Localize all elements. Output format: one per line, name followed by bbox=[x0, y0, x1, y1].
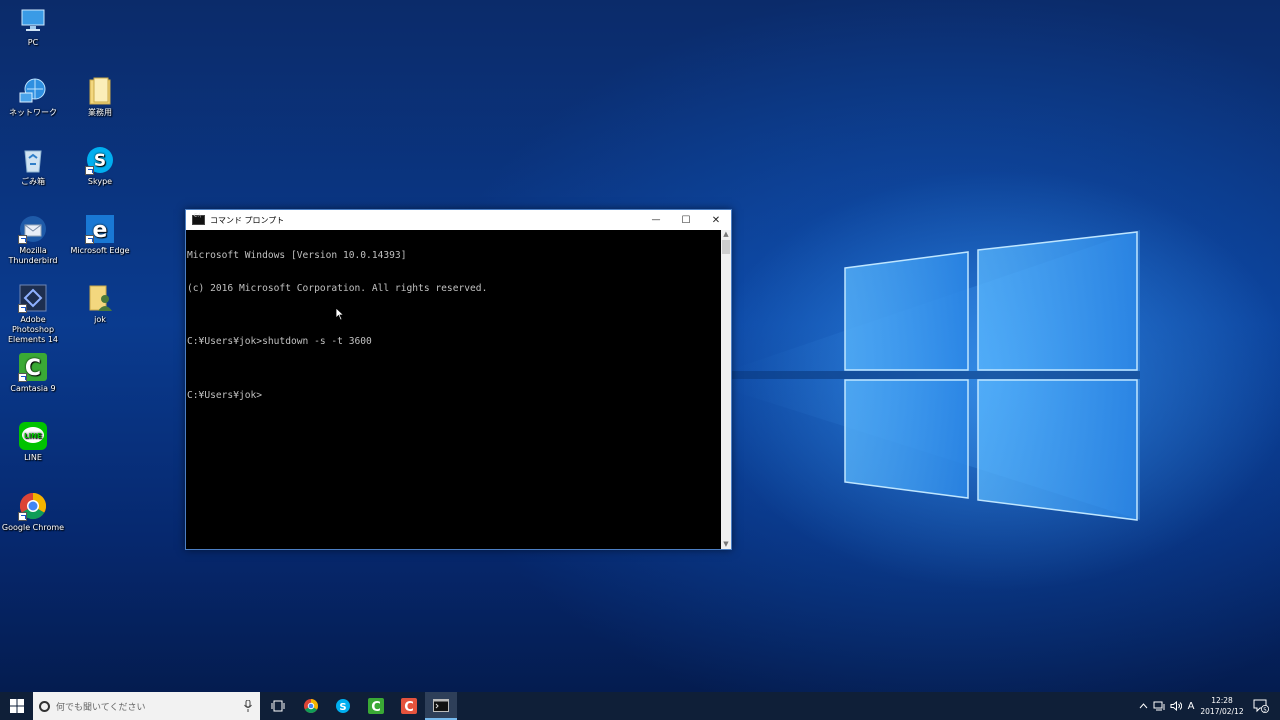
svg-text:C: C bbox=[371, 700, 381, 714]
network-icon bbox=[1153, 701, 1165, 711]
camtasia-recorder-icon: C bbox=[401, 698, 417, 714]
desktop-icon-label: ごみ箱 bbox=[21, 177, 45, 186]
desktop-icon-thunderbird[interactable]: Mozilla Thunderbird bbox=[0, 214, 66, 266]
shortcut-arrow-icon bbox=[85, 235, 94, 244]
scroll-down-arrow-icon[interactable]: ▼ bbox=[721, 540, 731, 549]
desktop-icon-label: Mozilla Thunderbird bbox=[8, 246, 58, 265]
shortcut-arrow-icon bbox=[18, 373, 27, 382]
shortcut-arrow-icon bbox=[18, 304, 27, 313]
desktop-icon-label: jok bbox=[94, 315, 106, 324]
notification-count: 5 bbox=[1263, 707, 1267, 713]
desktop-icon-label: 業務用 bbox=[88, 108, 112, 117]
volume-button[interactable] bbox=[1168, 692, 1184, 720]
desktop-icon-network[interactable]: ネットワーク bbox=[0, 76, 66, 118]
console-line: C:¥Users¥jok>shutdown -s -t 3600 bbox=[187, 336, 372, 348]
desktop-icon-recycle-bin[interactable]: ごみ箱 bbox=[0, 145, 66, 187]
shortcut-arrow-icon bbox=[18, 235, 27, 244]
line-icon: LINE bbox=[18, 421, 48, 451]
folder-icon bbox=[85, 76, 115, 106]
skype-icon: S bbox=[85, 145, 115, 175]
desktop-icon-line[interactable]: LINE LINE bbox=[0, 421, 66, 463]
scrollbar-thumb[interactable] bbox=[722, 240, 730, 254]
svg-text:C: C bbox=[404, 700, 414, 714]
show-hidden-icons-button[interactable] bbox=[1137, 692, 1149, 720]
task-view-button[interactable] bbox=[262, 692, 294, 720]
taskbar-chrome-button[interactable] bbox=[295, 692, 327, 720]
user-folder-icon bbox=[85, 283, 115, 313]
console-output[interactable]: Microsoft Windows [Version 10.0.14393] (… bbox=[187, 230, 722, 549]
search-placeholder: 何でも聞いてください bbox=[56, 702, 146, 713]
desktop-icon-label: PC bbox=[27, 38, 39, 47]
console-line: Microsoft Windows [Version 10.0.14393] bbox=[187, 250, 407, 262]
taskbar: 何でも聞いてください S C C A 12:28 2017/02/12 5 bbox=[0, 692, 1280, 720]
network-status-button[interactable] bbox=[1151, 692, 1167, 720]
thunderbird-icon bbox=[18, 214, 48, 244]
desktop-icon-pc[interactable]: PC bbox=[0, 6, 66, 48]
console-line: C:¥Users¥jok> bbox=[187, 389, 263, 401]
desktop-icon-photoshop-elements[interactable]: Adobe Photoshop Elements 14 bbox=[0, 283, 66, 345]
edge-icon: e bbox=[85, 214, 115, 244]
desktop-icon-label: Skype bbox=[87, 177, 113, 186]
action-center-button[interactable]: 5 bbox=[1250, 692, 1272, 720]
desktop-icon-work-folder[interactable]: 業務用 bbox=[67, 76, 133, 118]
console-icon bbox=[433, 698, 449, 712]
svg-text:S: S bbox=[339, 702, 346, 713]
photoshop-elements-icon bbox=[18, 283, 48, 313]
clock-time: 12:28 bbox=[1211, 696, 1233, 705]
speaker-icon bbox=[1170, 701, 1182, 711]
desktop-icon-label: Adobe Photoshop Elements 14 bbox=[7, 315, 58, 344]
vertical-scrollbar[interactable]: ▲ ▼ bbox=[721, 230, 731, 549]
console-icon bbox=[192, 213, 205, 225]
desktop-icon-chrome[interactable]: Google Chrome bbox=[0, 491, 66, 533]
chrome-icon bbox=[18, 491, 48, 521]
windows-start-icon bbox=[9, 699, 24, 713]
desktop-icon-user-folder[interactable]: jok bbox=[67, 283, 133, 325]
task-view-icon bbox=[271, 700, 285, 712]
desktop-icon-label: Camtasia 9 bbox=[10, 384, 56, 393]
console-line: (c) 2016 Microsoft Corporation. All righ… bbox=[187, 282, 488, 294]
shortcut-arrow-icon bbox=[18, 512, 27, 521]
clock[interactable]: 12:28 2017/02/12 bbox=[1196, 695, 1248, 717]
microphone-icon[interactable] bbox=[244, 700, 252, 712]
network-globe-icon bbox=[18, 76, 48, 106]
chevron-up-icon bbox=[1139, 703, 1147, 709]
desktop-icon-label: ネットワーク bbox=[9, 108, 57, 117]
taskbar-command-prompt-button[interactable] bbox=[425, 692, 457, 720]
maximize-button[interactable]: ☐ bbox=[671, 210, 701, 230]
camtasia-icon: C bbox=[368, 698, 384, 714]
recycle-bin-icon bbox=[18, 145, 48, 175]
taskbar-skype-button[interactable]: S bbox=[327, 692, 359, 720]
mouse-pointer-icon bbox=[335, 307, 345, 321]
shortcut-arrow-icon bbox=[85, 166, 94, 175]
minimize-button[interactable]: — bbox=[641, 210, 671, 230]
svg-text:LINE: LINE bbox=[24, 432, 42, 440]
desktop-icon-skype[interactable]: S Skype bbox=[67, 145, 133, 187]
desktop-icon-label: LINE bbox=[24, 453, 42, 462]
svg-text:e: e bbox=[93, 218, 108, 243]
start-button[interactable] bbox=[0, 692, 33, 720]
desktop-icon-edge[interactable]: e Microsoft Edge bbox=[67, 214, 133, 256]
command-prompt-window[interactable]: コマンド プロンプト — ☐ ✕ Microsoft Windows [Vers… bbox=[185, 209, 732, 550]
cortana-search-box[interactable]: 何でも聞いてください bbox=[33, 692, 260, 720]
taskbar-camtasia-button[interactable]: C bbox=[360, 692, 392, 720]
chrome-icon bbox=[304, 699, 318, 713]
desktop-icon-label: Microsoft Edge bbox=[70, 246, 130, 255]
taskbar-camtasia-recorder-button[interactable]: C bbox=[393, 692, 425, 720]
window-title: コマンド プロンプト bbox=[210, 215, 285, 225]
notification-icon: 5 bbox=[1253, 699, 1269, 713]
clock-date: 2017/02/12 bbox=[1200, 707, 1244, 716]
pc-icon bbox=[18, 6, 48, 36]
window-titlebar[interactable]: コマンド プロンプト — ☐ ✕ bbox=[186, 210, 731, 230]
svg-text:C: C bbox=[25, 356, 41, 381]
desktop-icon-label: Google Chrome bbox=[1, 523, 65, 532]
skype-icon: S bbox=[336, 699, 350, 713]
close-button[interactable]: ✕ bbox=[701, 210, 731, 230]
camtasia-icon: C bbox=[18, 352, 48, 382]
desktop-icon-camtasia[interactable]: C Camtasia 9 bbox=[0, 352, 66, 394]
scroll-up-arrow-icon[interactable]: ▲ bbox=[721, 230, 731, 239]
cortana-icon bbox=[39, 700, 50, 712]
svg-text:S: S bbox=[94, 151, 106, 171]
